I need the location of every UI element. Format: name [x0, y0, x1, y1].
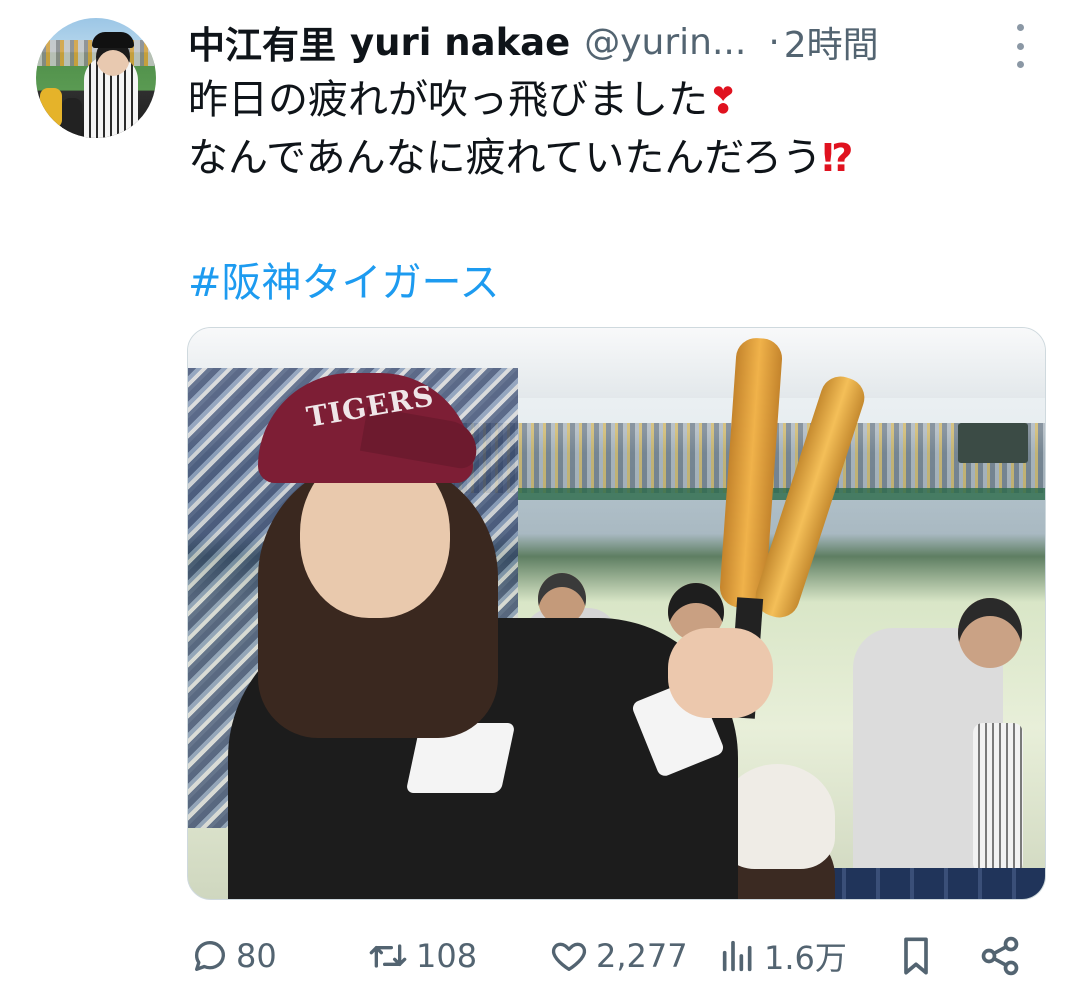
- separator-dot: ·: [768, 21, 780, 63]
- retweet-icon: [366, 936, 410, 976]
- tweet-line-2-text: なんであんなに疲れていたんだろう: [188, 135, 822, 181]
- tweet-line-1-text: 昨日の疲れが吹っ飛びました: [188, 77, 708, 123]
- photo-scoreboard: [958, 423, 1028, 463]
- avatar-fan: [62, 98, 82, 138]
- more-dot: [1016, 42, 1024, 50]
- share-button[interactable]: [978, 928, 1022, 984]
- photo-outfield-fence: [518, 488, 1045, 500]
- bookmark-button[interactable]: [896, 928, 936, 984]
- photo-fan-right-head: [958, 598, 1022, 668]
- more-dot: [1016, 61, 1024, 68]
- avatar[interactable]: [36, 18, 156, 138]
- reply-icon: [190, 936, 230, 976]
- display-name[interactable]: 中江有里: [188, 15, 336, 69]
- tweet-line-2: なんであんなに疲れていたんだろう⁉: [188, 130, 854, 187]
- retweet-button[interactable]: 108: [366, 928, 477, 984]
- more-icon[interactable]: [1010, 24, 1030, 68]
- more-dot: [1016, 24, 1024, 31]
- reply-count: 80: [236, 937, 277, 975]
- views-icon: [718, 936, 758, 976]
- timestamp[interactable]: 2時間: [784, 16, 879, 68]
- like-icon: [548, 936, 590, 976]
- tweet-line-1: 昨日の疲れが吹っ飛びました❣: [188, 72, 854, 130]
- avatar-hat: [92, 32, 134, 48]
- username-display[interactable]: yuri nakae: [350, 21, 570, 64]
- photo-hand: [668, 628, 773, 718]
- photo-uniform: [973, 723, 1023, 873]
- bookmark-icon: [896, 934, 936, 978]
- tweet-photo[interactable]: TIGERS: [187, 327, 1046, 900]
- like-button[interactable]: 2,277: [548, 928, 688, 984]
- reply-button[interactable]: 80: [190, 928, 277, 984]
- share-icon: [978, 934, 1022, 978]
- heart-exclamation-emoji: ❣: [708, 81, 739, 122]
- action-bar: 80 108 2,277 1.6万: [188, 928, 1028, 984]
- avatar-fan: [40, 88, 62, 128]
- views-count: 1.6万: [764, 939, 847, 977]
- tweet-text: 昨日の疲れが吹っ飛びました❣ なんであんなに疲れていたんだろう⁉: [188, 72, 854, 187]
- hashtag-link[interactable]: #阪神タイガース: [188, 250, 500, 308]
- tweet-card[interactable]: 中江有里 yuri nakae @yurin... · 2時間 昨日の疲れが吹っ…: [0, 0, 1080, 986]
- like-count: 2,277: [596, 937, 688, 975]
- views-button[interactable]: 1.6万: [718, 928, 847, 984]
- retweet-count: 108: [416, 937, 478, 975]
- tweet-header: 中江有里 yuri nakae @yurin... · 2時間: [188, 16, 879, 68]
- handle[interactable]: @yurin...: [584, 22, 746, 63]
- exclamation-question-emoji: ⁉: [822, 136, 854, 180]
